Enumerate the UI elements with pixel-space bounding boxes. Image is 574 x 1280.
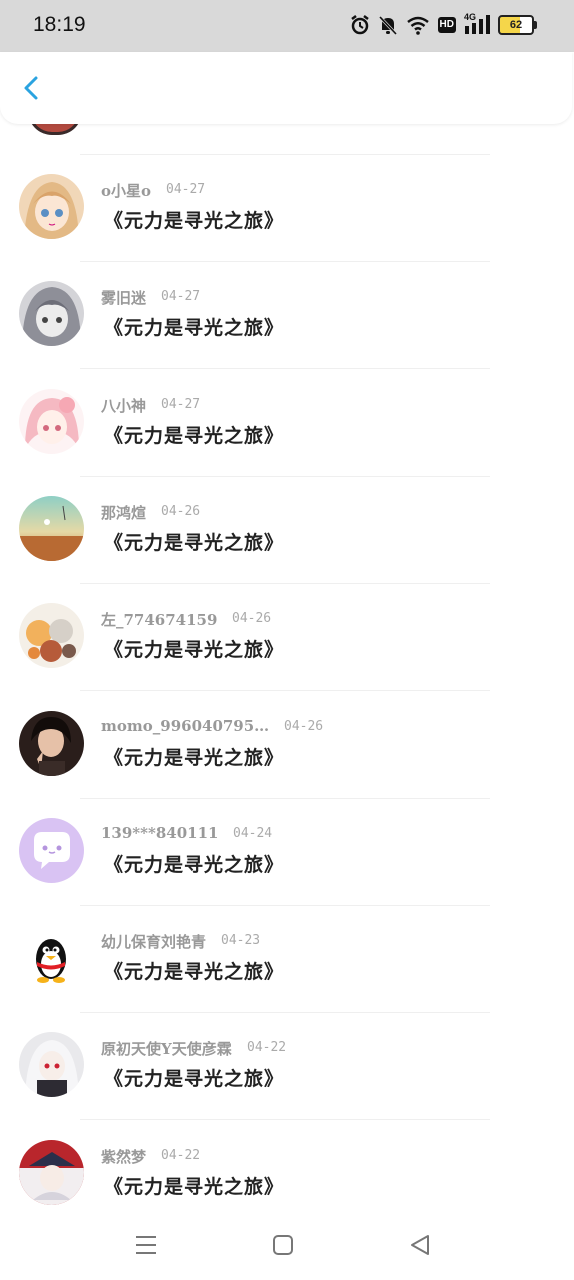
item-title: 《元力是寻光之旅》 bbox=[104, 531, 285, 554]
system-nav-bar bbox=[0, 1210, 574, 1280]
item-title: 《元力是寻光之旅》 bbox=[104, 853, 285, 876]
list-item[interactable]: 雾旧迷 04-27 《元力是寻光之旅》 bbox=[0, 262, 574, 370]
status-bar: 18:19 HD 4G 62 bbox=[0, 0, 574, 52]
item-title: 《元力是寻光之旅》 bbox=[104, 639, 285, 662]
item-title: 《元力是寻光之旅》 bbox=[104, 961, 285, 984]
user-name: 八小神 bbox=[101, 396, 147, 415]
list-item[interactable]: 左_774674159 04-26 《元力是寻光之旅》 bbox=[0, 584, 574, 692]
item-title: 《元力是寻光之旅》 bbox=[104, 424, 285, 447]
avatar[interactable] bbox=[19, 388, 84, 454]
item-date: 04-27 bbox=[161, 396, 201, 412]
item-date: 04-26 bbox=[161, 503, 201, 519]
avatar[interactable] bbox=[19, 174, 84, 239]
battery-icon: 62 bbox=[498, 15, 537, 35]
home-icon[interactable] bbox=[270, 1232, 296, 1258]
wifi-icon bbox=[406, 16, 429, 35]
item-title: 《元力是寻光之旅》 bbox=[104, 1068, 285, 1091]
top-app-bar bbox=[0, 52, 572, 124]
item-date: 04-26 bbox=[284, 718, 324, 734]
list-item-partial bbox=[0, 124, 574, 155]
list-item[interactable]: 那鸿煊 04-26 《元力是寻光之旅》 bbox=[0, 477, 574, 584]
item-date: 04-23 bbox=[221, 933, 261, 949]
list-item[interactable]: 八小神 04-27 《元力是寻光之旅》 bbox=[0, 370, 574, 477]
item-title: 《元力是寻光之旅》 bbox=[104, 210, 285, 232]
item-date: 04-27 bbox=[166, 182, 206, 197]
item-title: 《元力是寻光之旅》 bbox=[104, 746, 285, 769]
avatar[interactable] bbox=[19, 817, 84, 883]
item-date: 04-26 bbox=[232, 611, 272, 627]
back-icon[interactable] bbox=[407, 1232, 433, 1258]
item-date: 04-24 bbox=[233, 825, 273, 841]
list-item[interactable]: 139***840111 04-24 《元力是寻光之旅》 bbox=[0, 799, 574, 906]
item-date: 04-22 bbox=[247, 1040, 287, 1056]
record-list[interactable]: o小星o 04-27 《元力是寻光之旅》 雾旧迷 04-27 《元力是寻光之旅》 八小神 04… bbox=[0, 124, 574, 1210]
list-item[interactable]: 幼儿保育刘艳青 04-23 《元力是寻光之旅》 bbox=[0, 906, 574, 1014]
item-title: 《元力是寻光之旅》 bbox=[104, 1175, 285, 1198]
user-name: o小星o bbox=[101, 182, 152, 200]
avatar[interactable] bbox=[19, 1139, 84, 1205]
avatar[interactable] bbox=[19, 1032, 84, 1098]
item-date: 04-22 bbox=[161, 1147, 201, 1163]
hd-icon: HD bbox=[437, 17, 456, 33]
avatar[interactable] bbox=[19, 281, 84, 347]
status-time: 18:19 bbox=[33, 13, 86, 36]
user-name: 左_774674159 bbox=[101, 611, 218, 630]
user-name: 紫然梦 bbox=[101, 1147, 147, 1166]
avatar[interactable] bbox=[19, 603, 84, 669]
avatar[interactable] bbox=[19, 710, 84, 776]
user-name: momo_996040795… bbox=[101, 716, 270, 735]
list-item[interactable]: momo_996040795… 04-26 《元力是寻光之旅》 bbox=[0, 692, 574, 799]
signal-4g-icon: 4G bbox=[464, 12, 490, 36]
item-date: 04-27 bbox=[161, 289, 201, 305]
list-item[interactable]: 紫然梦 04-22 《元力是寻光之旅》 bbox=[0, 1121, 574, 1210]
user-name: 139***840111 bbox=[101, 823, 219, 842]
status-icons: HD 4G 62 bbox=[350, 12, 537, 36]
item-title: 《元力是寻光之旅》 bbox=[104, 317, 285, 340]
list-item[interactable]: o小星o 04-27 《元力是寻光之旅》 bbox=[0, 155, 574, 262]
back-chevron-icon[interactable] bbox=[16, 72, 48, 104]
user-name: 雾旧迷 bbox=[101, 289, 147, 308]
mute-icon bbox=[378, 15, 397, 36]
alarm-icon bbox=[350, 15, 369, 35]
avatar[interactable] bbox=[19, 925, 84, 991]
menu-icon[interactable] bbox=[133, 1232, 159, 1258]
user-name: 那鸿煊 bbox=[101, 503, 147, 522]
list-item[interactable]: 原初天使Y天使彦霖 04-22 《元力是寻光之旅》 bbox=[0, 1013, 574, 1121]
user-name: 原初天使Y天使彦霖 bbox=[101, 1040, 232, 1059]
avatar[interactable] bbox=[19, 495, 84, 561]
user-name: 幼儿保育刘艳青 bbox=[101, 933, 207, 952]
